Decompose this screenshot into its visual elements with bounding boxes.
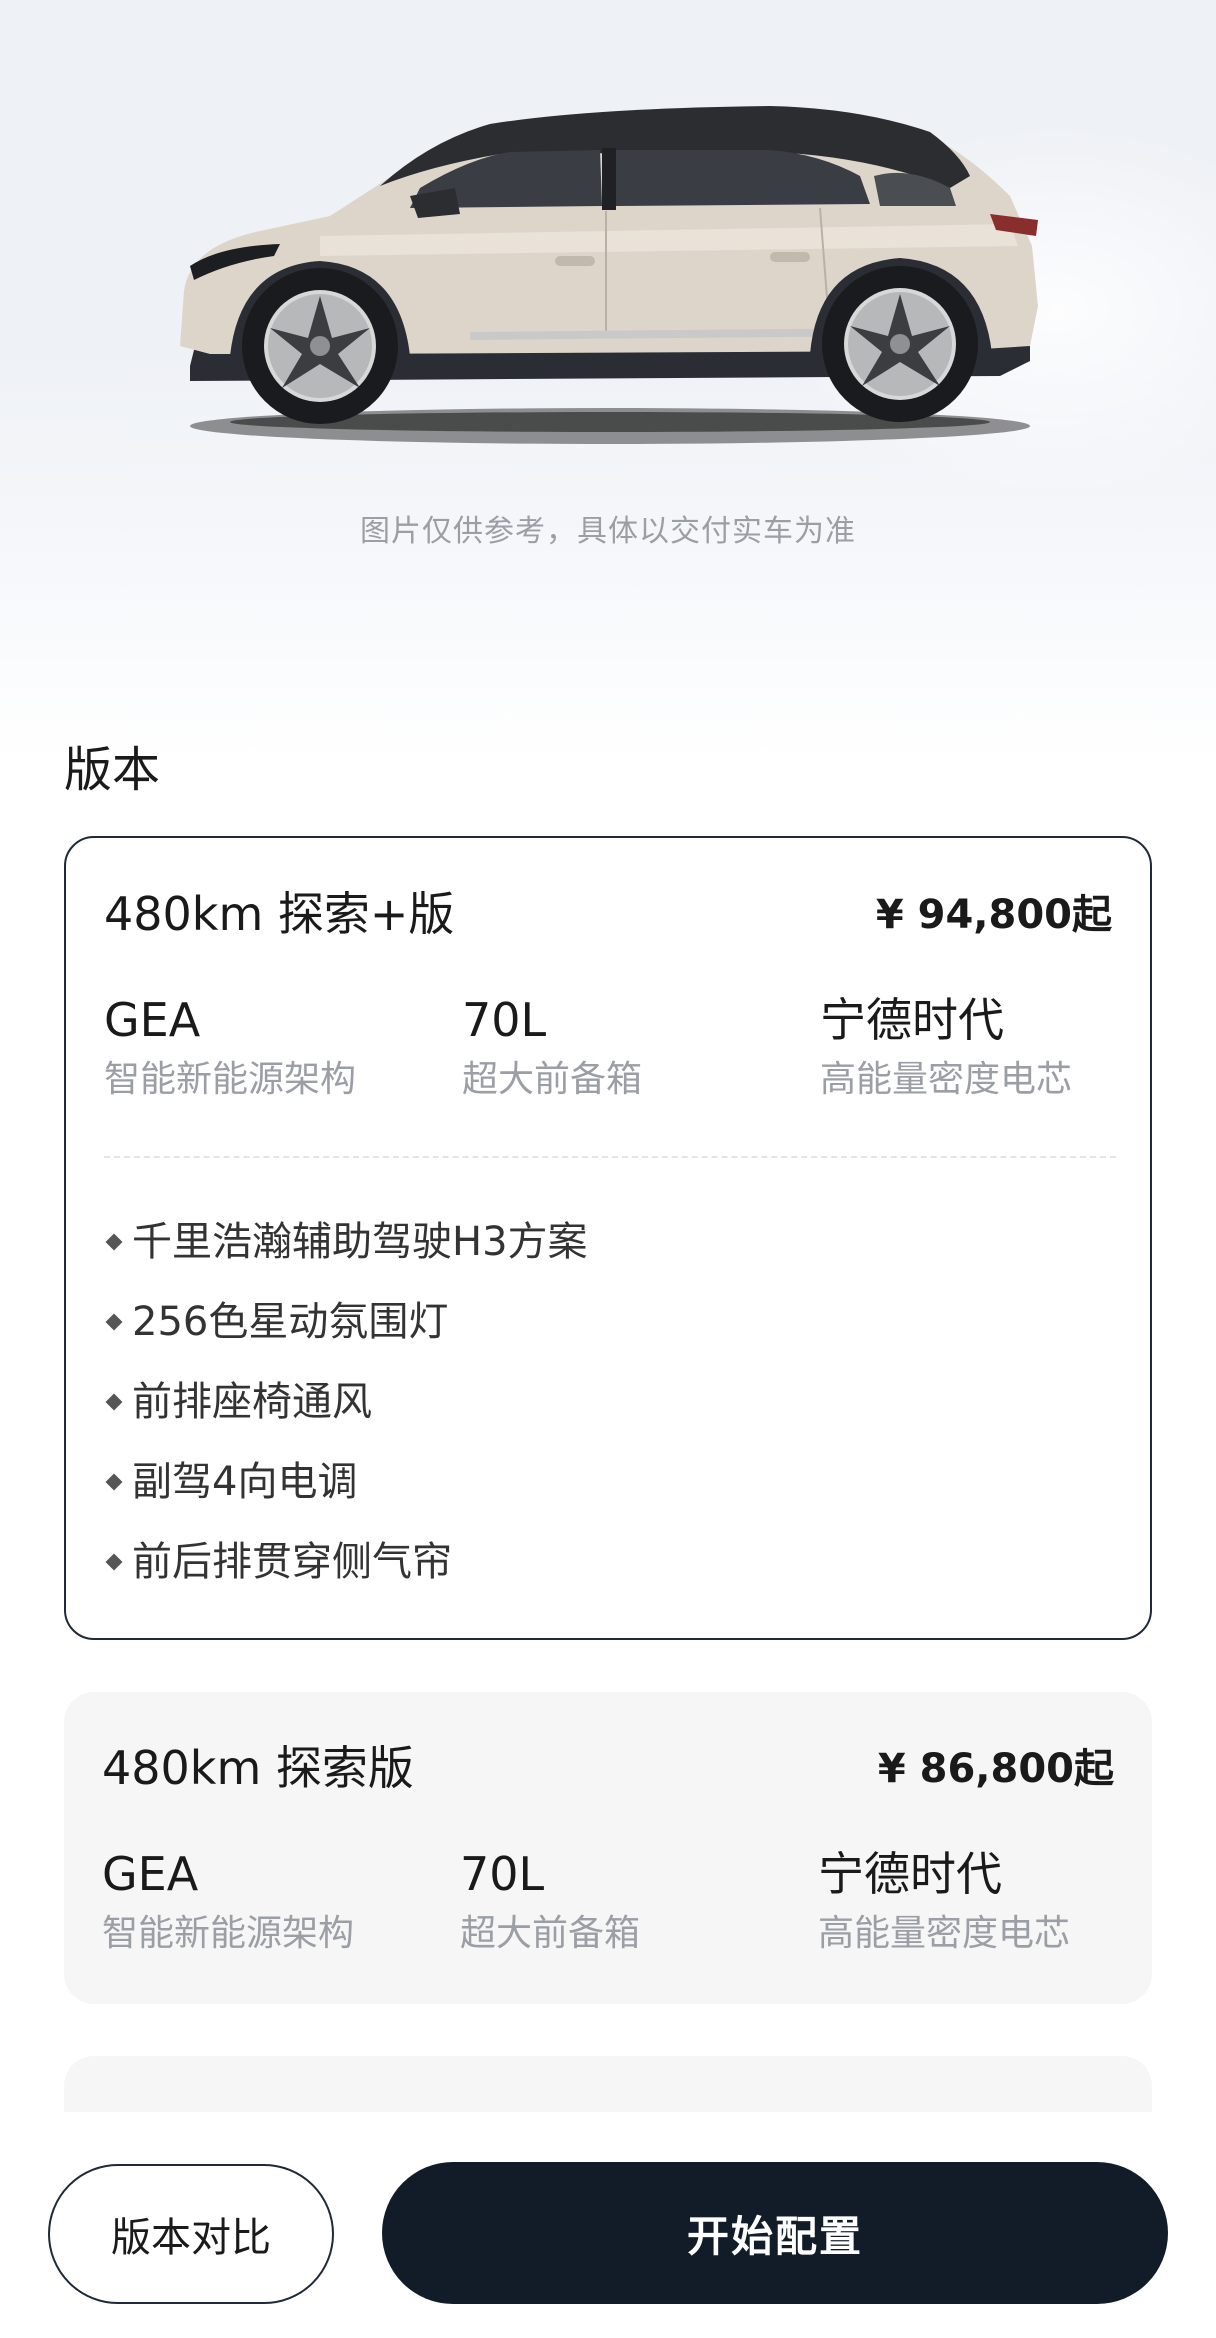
spec-battery: 宁德时代 高能量密度电芯 [818,1846,1158,1956]
spec-value: 70L [462,993,547,1047]
spec-label: 智能新能源架构 [102,1913,355,1954]
feature-text: 副驾4向电调 [132,1459,358,1505]
version-price: ¥ 94,800起 [875,892,1112,938]
spec-battery: 宁德时代 高能量密度电芯 [820,992,1160,1102]
spec-architecture: GEA 智能新能源架构 [104,992,444,1102]
spec-value: GEA [102,1847,199,1901]
spec-label: 高能量密度电芯 [820,1059,1073,1100]
car-image [180,106,1038,444]
spec-frunk: 70L 超大前备箱 [460,1846,800,1956]
version-card-selected[interactable]: 480km 探索+版 ¥ 94,800起 GEA 智能新能源架构 70L 超大前… [64,836,1152,1640]
feature-list: 千里浩瀚辅助驾驶H3方案 256色星动氛围灯 前排座椅通风 副驾4向电调 前后排… [104,1214,588,1614]
diamond-bullet-icon [105,1313,123,1331]
image-disclaimer: 图片仅供参考，具体以交付实车为准 [360,514,856,549]
feature-item: 前后排贯穿侧气帘 [104,1534,588,1614]
diamond-bullet-icon [105,1233,123,1251]
version-card[interactable]: 480km 探索版 ¥ 86,800起 GEA 智能新能源架构 70L 超大前备… [64,1692,1152,2004]
spec-frunk: 70L 超大前备箱 [462,992,802,1102]
start-configuration-button[interactable]: 开始配置 [382,2162,1168,2304]
dashed-divider [104,1156,1116,1158]
section-title: 版本 [64,742,161,798]
spec-row: GEA 智能新能源架构 70L 超大前备箱 宁德时代 高能量密度电芯 [104,992,1124,1112]
hero-section: 图片仅供参考，具体以交付实车为准 [0,0,1216,760]
spec-value: 宁德时代 [820,993,1004,1047]
page: 图片仅供参考，具体以交付实车为准 版本 480km 探索+版 ¥ 94,800起… [0,0,1216,2338]
spec-architecture: GEA 智能新能源架构 [102,1846,442,1956]
feature-item: 千里浩瀚辅助驾驶H3方案 [104,1214,588,1294]
diamond-bullet-icon [105,1473,123,1491]
feature-text: 256色星动氛围灯 [132,1299,449,1345]
bottom-action-bar: 版本对比 开始配置 [0,2112,1216,2338]
feature-item: 副驾4向电调 [104,1454,588,1534]
spec-label: 超大前备箱 [460,1913,641,1954]
feature-text: 前后排贯穿侧气帘 [132,1539,452,1585]
version-name: 480km 探索+版 [104,887,455,941]
compare-versions-button[interactable]: 版本对比 [48,2164,334,2304]
feature-text: 前排座椅通风 [132,1379,372,1425]
version-price: ¥ 86,800起 [877,1746,1114,1792]
spec-row: GEA 智能新能源架构 70L 超大前备箱 宁德时代 高能量密度电芯 [102,1846,1122,1966]
version-name: 480km 探索版 [102,1741,414,1795]
spec-label: 高能量密度电芯 [818,1913,1071,1954]
spec-value: 70L [460,1847,545,1901]
spec-value: GEA [104,993,201,1047]
spec-value: 宁德时代 [818,1847,1002,1901]
feature-item: 前排座椅通风 [104,1374,588,1454]
diamond-bullet-icon [105,1393,123,1411]
diamond-bullet-icon [105,1553,123,1571]
spec-label: 智能新能源架构 [104,1059,357,1100]
spec-label: 超大前备箱 [462,1059,643,1100]
feature-item: 256色星动氛围灯 [104,1294,588,1374]
feature-text: 千里浩瀚辅助驾驶H3方案 [132,1219,588,1265]
